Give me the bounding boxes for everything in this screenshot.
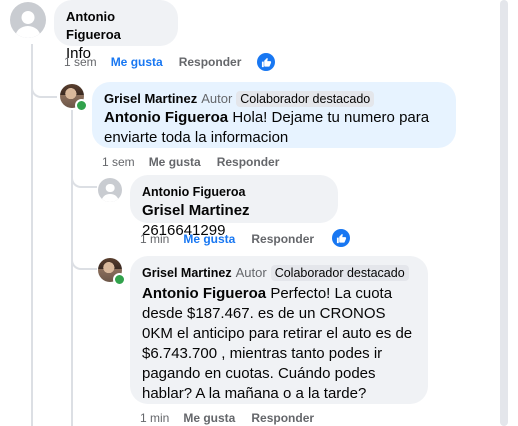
scrollbar-thumb[interactable] (500, 0, 508, 426)
comment-text: Antonio Figueroa Hola! Dejame tu numero … (104, 109, 430, 146)
thread-line-level2 (71, 110, 73, 426)
avatar[interactable] (98, 178, 122, 202)
thread-line-main (31, 44, 33, 426)
comment-time[interactable]: 1 min (140, 232, 169, 246)
thread-connector-1 (31, 78, 57, 98)
mention-link[interactable]: Antonio Figueroa (142, 285, 266, 302)
comment-author[interactable]: Grisel Martinez (104, 91, 197, 106)
comment-author[interactable]: Antonio Figueroa (142, 185, 245, 199)
reply-button[interactable]: Responder (217, 155, 280, 169)
comment-time[interactable]: 1 min (140, 411, 169, 425)
top-fan-badge: Colaborador destacado (236, 91, 375, 107)
like-button[interactable]: Me gusta (183, 411, 235, 425)
thread-connector-3 (71, 248, 97, 270)
comment-bubble: Grisel Martinez Autor Colaborador destacad… (92, 82, 456, 148)
comment-bubble: Antonio Figueroa Info (54, 0, 178, 62)
thread-connector-2 (71, 168, 97, 188)
scrollbar[interactable] (498, 0, 518, 426)
comment-actions: 1 sem Me gusta Responder (102, 155, 279, 169)
top-fan-badge: Colaborador destacado (270, 265, 409, 281)
comment-actions: 1 sem Me gusta Responder (64, 55, 241, 69)
comment-actions: 1 min Me gusta Responder (140, 232, 314, 246)
online-status-icon (113, 273, 126, 286)
reply-button[interactable]: Responder (251, 411, 314, 425)
reply-button[interactable]: Responder (179, 55, 242, 69)
author-badge: Autor (201, 91, 233, 106)
mention-link[interactable]: Grisel Martinez (142, 202, 250, 219)
thumbs-up-icon[interactable] (332, 229, 350, 247)
avatar[interactable] (10, 2, 46, 38)
comment-author[interactable]: Grisel Martinez (142, 266, 232, 280)
comment-actions: 1 min Me gusta Responder (140, 411, 314, 425)
comment-time[interactable]: 1 sem (102, 155, 135, 169)
online-status-icon (75, 99, 88, 112)
reply-button[interactable]: Responder (251, 232, 314, 246)
like-button[interactable]: Me gusta (183, 232, 235, 246)
comment-bubble: Antonio Figueroa Grisel Martinez 2616641… (130, 175, 338, 239)
mention-link[interactable]: Antonio Figueroa (104, 109, 228, 126)
thumbs-up-icon[interactable] (257, 53, 275, 71)
comment-text: Antonio Figueroa Perfecto! La cuota desd… (142, 285, 413, 402)
comment-author[interactable]: Antonio Figueroa (66, 9, 121, 42)
like-button[interactable]: Me gusta (149, 155, 201, 169)
author-badge: Autor (235, 265, 267, 280)
like-button[interactable]: Me gusta (111, 55, 163, 69)
comment-time[interactable]: 1 sem (64, 55, 97, 69)
comment-bubble: Grisel Martinez Autor Colaborador destacad… (130, 256, 428, 404)
